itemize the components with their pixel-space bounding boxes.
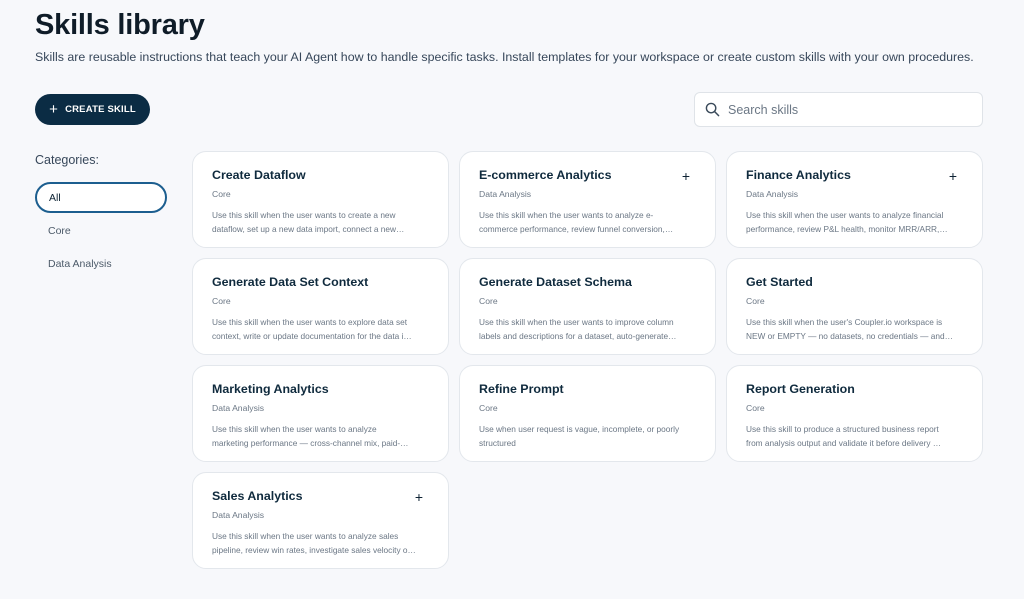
skill-card-title: Generate Data Set Context bbox=[212, 275, 369, 289]
skill-card-description-line: Use this skill when the user's Coupler.i… bbox=[746, 317, 943, 327]
search-icon bbox=[705, 102, 720, 117]
skill-card-title: Report Generation bbox=[746, 382, 855, 396]
search-box[interactable] bbox=[694, 92, 983, 127]
category-data-analysis[interactable]: Data Analysis bbox=[35, 248, 167, 279]
skill-card-description-line: Use this skill when the user wants to an… bbox=[479, 210, 654, 220]
add-skill-plus-icon[interactable]: + bbox=[679, 169, 693, 183]
page-title: Skills library bbox=[35, 9, 205, 41]
skill-card-category: Core bbox=[746, 296, 765, 306]
skill-card-description: Use this skill when the user wants to an… bbox=[212, 422, 430, 450]
category-all[interactable]: All bbox=[35, 182, 167, 213]
skill-card-description-line: Use this skill when the user wants to im… bbox=[479, 317, 674, 327]
skill-card-category: Core bbox=[479, 296, 498, 306]
create-skill-label: CREATE SKILL bbox=[65, 104, 136, 115]
skill-card-description-line: NEW or EMPTY — no datasets, no credentia… bbox=[746, 331, 953, 341]
create-skill-button[interactable]: + CREATE SKILL bbox=[35, 94, 150, 125]
skill-card-description-line: Use this skill when the user wants to an… bbox=[212, 424, 377, 434]
skill-card-description-line: Use this skill when the user wants to an… bbox=[212, 531, 399, 541]
skill-card[interactable]: Get Started Core Use this skill when the u… bbox=[726, 258, 983, 355]
skills-grid: Create Dataflow Core Use this skill when t… bbox=[192, 151, 983, 569]
skill-card-description-line: marketing performance — cross-channel mi… bbox=[212, 438, 409, 448]
skill-card[interactable]: Finance Analytics Data Analysis Use this s… bbox=[726, 151, 983, 248]
skill-card-description: Use this skill when the user wants to cr… bbox=[212, 208, 430, 236]
skill-card-description-line: Use this skill when the user wants to cr… bbox=[212, 210, 396, 220]
skill-card-description-line: commerce performance, review funnel conv… bbox=[479, 224, 674, 234]
skill-card-title: Finance Analytics bbox=[746, 168, 851, 182]
skills-library-page: Skills library Skills are reusable instr… bbox=[0, 0, 1024, 599]
skill-card-description-line: Use this skill when the user wants to an… bbox=[746, 210, 944, 220]
skill-card[interactable]: Marketing Analytics Data Analysis Use this… bbox=[192, 365, 449, 462]
skill-card-description-line: labels and descriptions for a dataset, a… bbox=[479, 331, 677, 341]
skill-card-title: Generate Dataset Schema bbox=[479, 275, 632, 289]
skill-card[interactable]: Report Generation Core Use this skill to p… bbox=[726, 365, 983, 462]
skill-card-title: Refine Prompt bbox=[479, 382, 564, 396]
page-subtitle: Skills are reusable instructions that te… bbox=[35, 50, 974, 64]
skill-card-category: Core bbox=[212, 189, 231, 199]
add-skill-plus-icon[interactable]: + bbox=[412, 490, 426, 504]
plus-icon: + bbox=[49, 100, 59, 118]
skill-card-description: Use this skill when the user wants to an… bbox=[479, 208, 697, 236]
skill-card-description-line: Use this skill when the user wants to ex… bbox=[212, 317, 408, 327]
search-input[interactable] bbox=[728, 102, 982, 117]
skill-card-description-line: from analysis output and validate it bef… bbox=[746, 438, 942, 448]
skill-card-category: Core bbox=[746, 403, 765, 413]
skill-card-title: Sales Analytics bbox=[212, 489, 303, 503]
skill-card-description-line: structured bbox=[479, 438, 516, 448]
category-list: All Core Data Analysis bbox=[35, 182, 167, 281]
skill-card-description: Use when user request is vague, incomple… bbox=[479, 422, 697, 450]
add-skill-plus-icon[interactable]: + bbox=[946, 169, 960, 183]
skill-card-category: Data Analysis bbox=[212, 510, 265, 520]
skill-card-category: Data Analysis bbox=[212, 403, 265, 413]
skill-card-description-line: context, write or update documentation f… bbox=[212, 331, 412, 341]
skill-card[interactable]: E-commerce Analytics Data Analysis Use thi… bbox=[459, 151, 716, 248]
skill-card[interactable]: Generate Dataset Schema Core Use this skil… bbox=[459, 258, 716, 355]
skill-card-description: Use this skill when the user's Coupler.i… bbox=[746, 315, 964, 343]
skill-card-description: Use this skill to produce a structured b… bbox=[746, 422, 964, 450]
skill-card-description-line: Use this skill to produce a structured b… bbox=[746, 424, 939, 434]
skill-card-description: Use this skill when the user wants to an… bbox=[746, 208, 964, 236]
skill-card-title: Get Started bbox=[746, 275, 813, 289]
skill-card-description-line: Use when user request is vague, incomple… bbox=[479, 424, 680, 434]
skill-card-description-line: pipeline, review win rates, investigate … bbox=[212, 545, 416, 555]
skill-card-description: Use this skill when the user wants to ex… bbox=[212, 315, 430, 343]
skill-card-category: Core bbox=[479, 403, 498, 413]
skill-card-title: Create Dataflow bbox=[212, 168, 306, 182]
skill-card-category: Data Analysis bbox=[479, 189, 532, 199]
skill-card[interactable]: Create Dataflow Core Use this skill when t… bbox=[192, 151, 449, 248]
skill-card-category: Data Analysis bbox=[746, 189, 799, 199]
category-core[interactable]: Core bbox=[35, 215, 167, 246]
skill-card-description: Use this skill when the user wants to im… bbox=[479, 315, 697, 343]
skill-card[interactable]: Sales Analytics Data Analysis Use this ski… bbox=[192, 472, 449, 569]
skill-card-description-line: dataflow, set up a new data import, conn… bbox=[212, 224, 405, 234]
categories-label: Categories: bbox=[35, 153, 99, 167]
skill-card-description: Use this skill when the user wants to an… bbox=[212, 529, 430, 557]
skill-card[interactable]: Refine Prompt Core Use when user request i… bbox=[459, 365, 716, 462]
skill-card-category: Core bbox=[212, 296, 231, 306]
skill-card-title: Marketing Analytics bbox=[212, 382, 329, 396]
skill-card[interactable]: Generate Data Set Context Core Use this sk… bbox=[192, 258, 449, 355]
skill-card-title: E-commerce Analytics bbox=[479, 168, 612, 182]
skill-card-description-line: performance, review P&L health, monitor … bbox=[746, 224, 948, 234]
